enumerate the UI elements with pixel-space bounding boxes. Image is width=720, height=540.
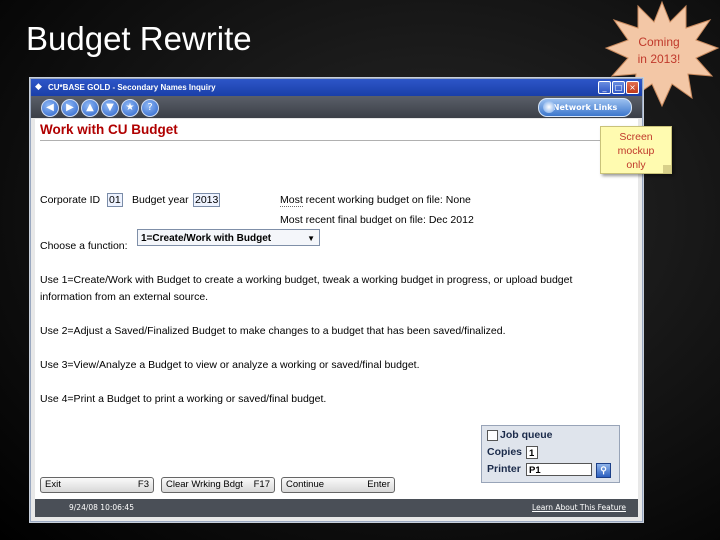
screen-content: Work with CU Budget Corporate ID 01 Budg… (35, 119, 638, 505)
sticky-line-3: only (626, 159, 646, 171)
choose-function-label: Choose a function: (40, 240, 128, 252)
network-links-label: Network Links (552, 103, 618, 112)
function-key-bar: Exit F3 Clear Wrking Bdgt F17 Continue E… (31, 475, 642, 495)
back-icon[interactable]: ◀ (41, 99, 59, 117)
job-queue-checkbox[interactable] (487, 430, 498, 441)
forward-icon[interactable]: ▶ (61, 99, 79, 117)
slide-title: Budget Rewrite (26, 20, 252, 57)
job-queue-label: Job queue (500, 429, 553, 441)
window-title: CU*BASE GOLD - Secondary Names Inquiry (48, 83, 216, 92)
app-icon: ◆ (35, 82, 42, 92)
window-titlebar: ◆ CU*BASE GOLD - Secondary Names Inquiry… (31, 79, 642, 96)
status-timestamp: 9/24/08 10:06:45 (69, 503, 134, 512)
toolbar: ◀ ▶ ▲ ▼ ★ ? Network Links (31, 96, 642, 118)
corporate-id-label: Corporate ID (40, 194, 101, 206)
chevron-down-icon: ▼ (307, 234, 315, 243)
exit-button[interactable]: Exit F3 (40, 477, 154, 493)
sticky-line-2: mockup (617, 145, 655, 157)
mockup-sticky-note: Screen mockup only (600, 126, 672, 174)
recent-working-text: recent working budget on file: None (302, 194, 471, 206)
budget-year-field[interactable]: 2013 (193, 193, 221, 207)
screen-heading: Work with CU Budget (40, 122, 178, 137)
clear-working-budget-label: Clear Wrking Bdgt (166, 479, 243, 490)
badge-line-1: Coming (638, 35, 680, 49)
copies-label: Copies (487, 446, 523, 458)
up-icon[interactable]: ▲ (81, 99, 99, 117)
help-line-1a: Use 1=Create/Work with Budget to create … (40, 274, 573, 286)
clear-working-budget-button[interactable]: Clear Wrking Bdgt F17 (161, 477, 275, 493)
continue-label: Continue (286, 479, 325, 490)
status-bar: 9/24/08 10:06:45 Learn About This Featur… (35, 499, 638, 517)
badge-line-2: in 2013! (637, 52, 681, 66)
minimize-button[interactable]: _ (598, 81, 611, 94)
close-button[interactable]: × (626, 81, 639, 94)
printer-label: Printer (487, 463, 521, 475)
recent-working-prefix: Most (280, 194, 303, 207)
favorite-icon[interactable]: ★ (121, 99, 139, 117)
budget-year-label: Budget year (132, 194, 189, 206)
help-icon[interactable]: ? (141, 99, 159, 117)
help-line-3: Use 3=View/Analyze a Budget to view or a… (40, 359, 420, 371)
heading-divider (40, 140, 633, 141)
globe-icon (543, 101, 555, 113)
exit-label: Exit (45, 479, 61, 490)
recent-working-budget: Most recent working budget on file: None (280, 194, 471, 207)
continue-key: Enter (367, 479, 390, 490)
corporate-id-field[interactable]: 01 (107, 193, 123, 207)
maximize-button[interactable]: □ (612, 81, 625, 94)
help-line-4: Use 4=Print a Budget to print a working … (40, 393, 327, 405)
sticky-fold (663, 165, 671, 173)
down-icon[interactable]: ▼ (101, 99, 119, 117)
clear-working-budget-key: F17 (253, 479, 270, 490)
network-links-button[interactable]: Network Links (538, 98, 632, 117)
sticky-line-1: Screen (619, 131, 653, 143)
help-line-1b: information from an external source. (40, 291, 209, 303)
function-select[interactable]: 1=Create/Work with Budget ▼ (137, 229, 320, 246)
recent-final-budget: Most recent final budget on file: Dec 20… (280, 214, 474, 226)
help-line-2: Use 2=Adjust a Saved/Finalized Budget to… (40, 325, 506, 337)
exit-key: F3 (137, 479, 149, 490)
continue-button[interactable]: Continue Enter (281, 477, 395, 493)
app-window: ◆ CU*BASE GOLD - Secondary Names Inquiry… (30, 78, 643, 522)
learn-about-feature-link[interactable]: Learn About This Feature (532, 499, 626, 517)
function-select-value: 1=Create/Work with Budget (141, 233, 272, 244)
copies-field[interactable]: 1 (526, 446, 538, 459)
